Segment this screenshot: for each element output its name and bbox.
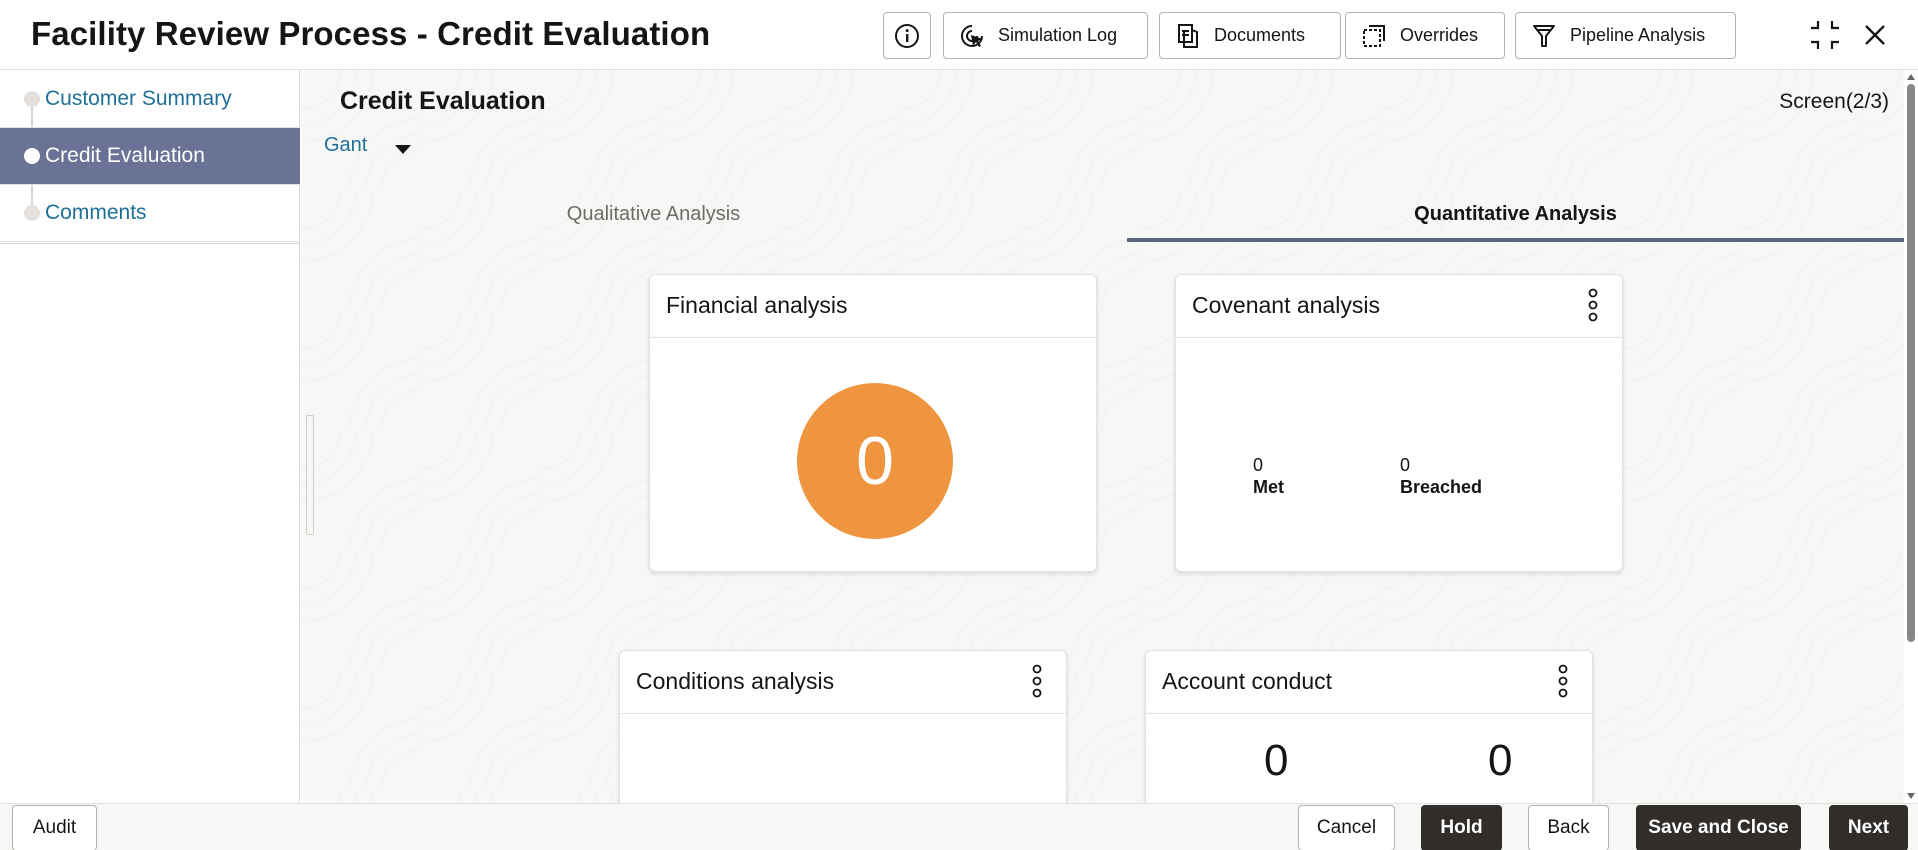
footer: Audit Cancel Hold Back Save and Close Ne… [0,803,1918,850]
panel-resize-handle[interactable] [306,415,314,535]
met-value: 0 [1253,455,1264,475]
nav-dot [24,205,40,221]
tab-quantitative-analysis[interactable]: Quantitative Analysis [1127,190,1904,238]
simulation-log-button[interactable]: Simulation Log [943,12,1148,59]
close-button[interactable] [1855,15,1895,55]
caret-down-icon [395,145,412,154]
left-navigation: Customer Summary Credit Evaluation Comme… [0,70,300,803]
kebab-menu-icon[interactable] [1586,287,1600,323]
nav-item-label: Comments [45,201,147,224]
nav-item-comments[interactable]: Comments [0,185,300,242]
page-title: Facility Review Process - Credit Evaluat… [31,15,711,52]
scroll-down-icon[interactable] [1907,793,1915,799]
funnel-icon [1533,24,1555,47]
met-metric[interactable]: 0 Met [1253,454,1284,498]
card-title: Financial analysis [666,292,848,318]
compress-button[interactable] [1805,15,1845,55]
audit-button[interactable]: Audit [12,805,97,850]
card-header: Account conduct [1146,651,1592,714]
header: Facility Review Process - Credit Evaluat… [0,0,1918,70]
gant-dropdown[interactable]: Gant [324,134,412,157]
account-conduct-value[interactable]: 0 [1488,736,1512,786]
next-button[interactable]: Next [1829,805,1908,850]
back-button[interactable]: Back [1528,805,1609,850]
met-label: Met [1253,477,1284,497]
cursor-click-icon [961,24,983,47]
nav-item-label: Credit Evaluation [45,144,205,167]
documents-icon [1178,23,1198,48]
cancel-button[interactable]: Cancel [1298,805,1395,850]
overrides-button[interactable]: Overrides [1345,12,1505,59]
pipeline-analysis-label: Pipeline Analysis [1570,25,1706,45]
card-header: Conditions analysis [620,651,1066,714]
breached-metric[interactable]: 0 Breached [1400,454,1482,498]
screen-indicator: Screen(2/3) [1779,90,1889,113]
card-header: Covenant analysis [1176,275,1622,338]
nav-item-label: Customer Summary [45,87,232,110]
documents-button[interactable]: Documents [1159,12,1341,59]
nav-item-customer-summary[interactable]: Customer Summary [0,71,300,128]
kebab-menu-icon[interactable] [1030,663,1044,699]
vertical-scrollbar[interactable] [1904,70,1918,803]
info-button[interactable] [883,12,931,59]
card-title: Covenant analysis [1192,292,1380,318]
active-tab-indicator [1127,238,1904,242]
simulation-log-label: Simulation Log [998,25,1118,45]
scroll-thumb[interactable] [1907,84,1915,642]
gant-value: Gant [324,134,368,156]
main-content: Credit Evaluation Screen(2/3) Gant Quali… [301,70,1904,803]
nav-dot [24,91,40,107]
card-title: Account conduct [1162,668,1333,694]
section-title: Credit Evaluation [340,87,546,115]
financial-analysis-card: Financial analysis 0 [649,274,1097,572]
pipeline-analysis-button[interactable]: Pipeline Analysis [1515,12,1736,59]
nav-divider [0,243,300,244]
overrides-icon [1363,24,1385,47]
breached-label: Breached [1400,477,1483,497]
nav-dot [24,148,40,164]
card-title: Conditions analysis [636,668,835,694]
hold-button[interactable]: Hold [1421,805,1502,850]
close-icon [1865,25,1885,45]
card-header: Financial analysis [650,275,1096,338]
conditions-analysis-card: Conditions analysis [619,650,1067,803]
compress-icon [1811,21,1839,49]
financial-score-circle[interactable]: 0 [797,383,953,539]
info-icon [895,23,919,48]
overrides-label: Overrides [1400,25,1479,45]
tab-qualitative-analysis[interactable]: Qualitative Analysis [451,190,856,238]
covenant-analysis-card: Covenant analysis 0 Met 0 Breached [1175,274,1623,572]
account-conduct-value[interactable]: 0 [1264,736,1288,786]
account-conduct-card: Account conduct 0 0 [1145,650,1593,803]
scroll-up-icon[interactable] [1907,74,1915,80]
nav-item-credit-evaluation[interactable]: Credit Evaluation [0,128,300,185]
breached-value: 0 [1400,455,1411,475]
save-and-close-button[interactable]: Save and Close [1636,805,1801,850]
kebab-menu-icon[interactable] [1556,663,1570,699]
documents-label: Documents [1214,25,1306,45]
